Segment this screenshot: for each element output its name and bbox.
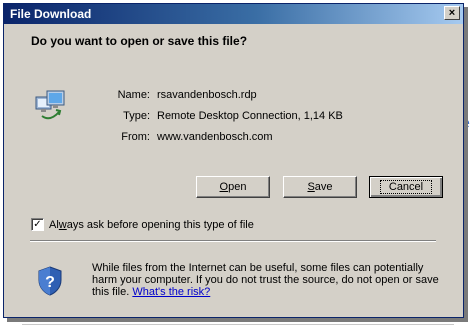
file-name-value: rsavandenbosch.rdp xyxy=(157,89,257,101)
checkmark-icon: ✓ xyxy=(33,218,42,230)
save-button-label: Save xyxy=(307,181,333,193)
whats-the-risk-link[interactable]: What's the risk? xyxy=(132,286,210,298)
background-divider xyxy=(22,324,454,325)
security-warning-text: While files from the Internet can be use… xyxy=(92,262,439,298)
separator xyxy=(30,240,436,242)
always-ask-label: Always ask before opening this type of f… xyxy=(49,218,254,231)
open-button[interactable]: Open xyxy=(196,176,270,198)
name-label: Name: xyxy=(117,89,150,101)
file-from-value: www.vandenbosch.com xyxy=(157,131,273,143)
cancel-button[interactable]: Cancel xyxy=(369,176,443,198)
svg-text:?: ? xyxy=(45,274,55,291)
open-button-label: Open xyxy=(219,181,247,193)
file-type-value: Remote Desktop Connection, 1,14 KB xyxy=(157,110,343,122)
file-download-dialog: File Download × Do you want to open or s… xyxy=(3,3,464,318)
always-ask-row[interactable]: ✓ Always ask before opening this type of… xyxy=(31,218,254,231)
window-title: File Download xyxy=(10,7,92,21)
always-ask-checkbox[interactable]: ✓ xyxy=(31,218,44,231)
security-shield-question-icon: ? xyxy=(38,266,62,296)
from-label: From: xyxy=(121,131,150,143)
cancel-button-label: Cancel xyxy=(379,180,433,194)
save-button[interactable]: Save xyxy=(283,176,357,198)
close-button[interactable]: × xyxy=(444,6,460,20)
close-icon: × xyxy=(448,6,456,19)
type-label: Type: xyxy=(123,110,150,122)
remote-desktop-file-icon xyxy=(35,90,65,120)
dialog-question: Do you want to open or save this file? xyxy=(31,34,248,48)
title-bar[interactable]: File Download × xyxy=(4,4,463,24)
